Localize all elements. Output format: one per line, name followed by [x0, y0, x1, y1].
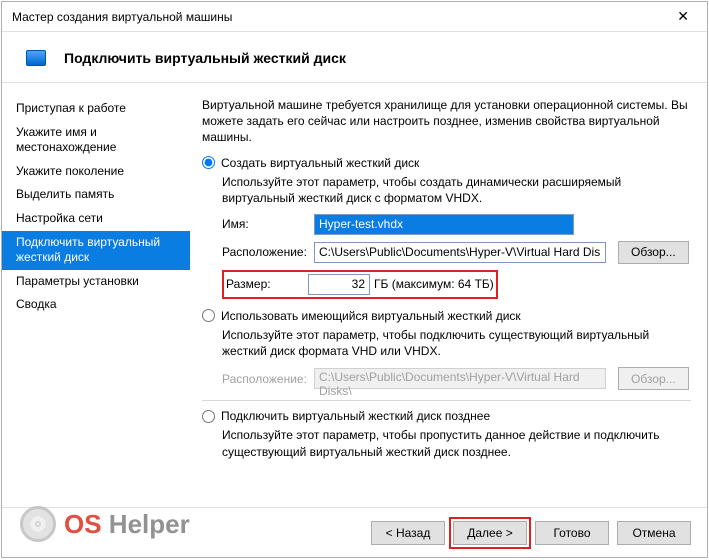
- body: Приступая к работе Укажите имя и местона…: [2, 82, 707, 507]
- cancel-button[interactable]: Отмена: [617, 521, 691, 545]
- sidebar: Приступая к работе Укажите имя и местона…: [2, 83, 190, 507]
- option-use-existing: Использовать имеющийся виртуальный жестк…: [202, 309, 691, 390]
- titlebar: Мастер создания виртуальной машины ✕: [2, 2, 707, 32]
- size-input[interactable]: [308, 274, 370, 295]
- radio-create-label[interactable]: Создать виртуальный жесткий диск: [221, 156, 419, 170]
- option-attach-later: Подключить виртуальный жесткий диск позд…: [202, 409, 691, 459]
- later-desc: Используйте этот параметр, чтобы пропуст…: [222, 427, 691, 459]
- sidebar-item-name[interactable]: Укажите имя и местонахождение: [2, 121, 190, 160]
- existing-location-input: C:\Users\Public\Documents\Hyper-V\Virtua…: [314, 368, 606, 389]
- option-create-disk: Создать виртуальный жесткий диск Использ…: [202, 156, 691, 299]
- finish-button[interactable]: Готово: [535, 521, 609, 545]
- existing-desc: Используйте этот параметр, чтобы подключ…: [222, 327, 691, 359]
- divider: [202, 400, 691, 401]
- window-title: Мастер создания виртуальной машины: [12, 10, 232, 24]
- wizard-window: Мастер создания виртуальной машины ✕ Под…: [1, 1, 708, 558]
- page-title: Подключить виртуальный жесткий диск: [64, 50, 346, 66]
- sidebar-item-start[interactable]: Приступая к работе: [2, 97, 190, 121]
- close-icon[interactable]: ✕: [669, 8, 697, 25]
- browse-button[interactable]: Обзор...: [618, 241, 689, 264]
- back-button[interactable]: < Назад: [371, 521, 445, 545]
- size-highlight: Размер: ГБ (максимум: 64 ТБ): [222, 270, 498, 299]
- monitor-icon: [26, 50, 46, 66]
- size-unit: ГБ (максимум: 64 ТБ): [374, 277, 494, 291]
- radio-existing-label[interactable]: Использовать имеющийся виртуальный жестк…: [221, 309, 521, 323]
- sidebar-item-memory[interactable]: Выделить память: [2, 183, 190, 207]
- sidebar-item-disk[interactable]: Подключить виртуальный жесткий диск: [2, 231, 190, 270]
- name-input[interactable]: [314, 214, 574, 235]
- existing-browse-button: Обзор...: [618, 367, 689, 390]
- sidebar-item-summary[interactable]: Сводка: [2, 293, 190, 317]
- watermark-text: OS Helper: [64, 509, 190, 540]
- name-label: Имя:: [222, 217, 310, 231]
- sidebar-item-generation[interactable]: Укажите поколение: [2, 160, 190, 184]
- wizard-header: Подключить виртуальный жесткий диск: [2, 32, 707, 82]
- location-label: Расположение:: [222, 245, 310, 259]
- radio-later-label[interactable]: Подключить виртуальный жесткий диск позд…: [221, 409, 490, 423]
- radio-use-existing[interactable]: [202, 309, 215, 322]
- intro-text: Виртуальной машине требуется хранилище д…: [202, 97, 691, 146]
- sidebar-item-install[interactable]: Параметры установки: [2, 270, 190, 294]
- location-input[interactable]: [314, 242, 606, 263]
- sidebar-item-network[interactable]: Настройка сети: [2, 207, 190, 231]
- create-desc: Используйте этот параметр, чтобы создать…: [222, 174, 691, 206]
- next-button[interactable]: Далее >: [453, 521, 527, 545]
- disc-icon: [20, 506, 56, 542]
- existing-location-label: Расположение:: [222, 372, 310, 386]
- main-panel: Виртуальной машине требуется хранилище д…: [190, 83, 707, 507]
- watermark: OS Helper: [20, 506, 190, 542]
- radio-create-disk[interactable]: [202, 156, 215, 169]
- radio-attach-later[interactable]: [202, 410, 215, 423]
- size-label: Размер:: [226, 277, 308, 291]
